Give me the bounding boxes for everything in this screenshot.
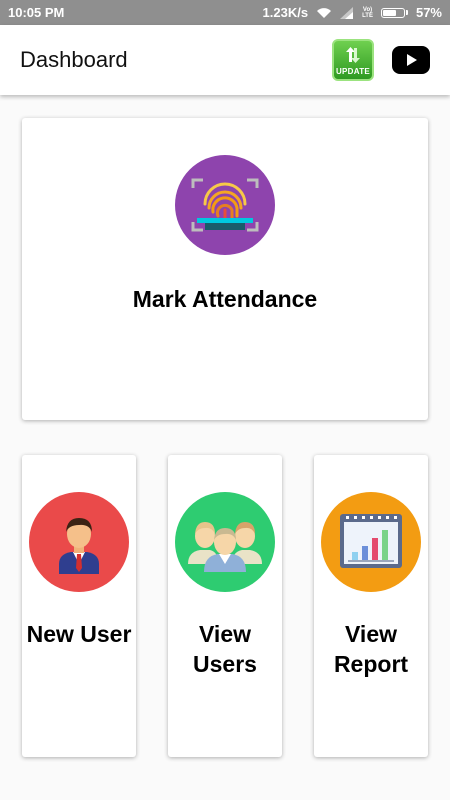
view-users-card[interactable]: View Users (168, 455, 282, 757)
signal-icon (340, 6, 354, 19)
view-report-card[interactable]: View Report (314, 455, 428, 757)
mark-attendance-icon-circle (175, 155, 275, 255)
fingerprint-scan-icon (191, 178, 259, 232)
user-avatar-icon (59, 518, 99, 574)
youtube-button[interactable] (392, 46, 430, 74)
bar-chart-report-icon (340, 514, 402, 568)
page-title: Dashboard (20, 47, 128, 72)
new-user-icon-circle (29, 492, 129, 592)
new-user-card[interactable]: New User (22, 455, 136, 757)
update-arrows-icon (346, 47, 360, 63)
view-report-label-line2: Report (333, 651, 409, 677)
view-users-label: View Users (168, 619, 282, 679)
status-indicators: 1.23K/s Vo) LTE 57% (263, 5, 442, 20)
battery-percent: 57% (415, 5, 442, 20)
view-users-icon-circle (175, 492, 275, 592)
youtube-play-icon (407, 54, 417, 66)
new-user-label-text: New User (26, 621, 132, 647)
app-bar-actions: UPDATE (332, 39, 430, 81)
mark-attendance-label: Mark Attendance (132, 286, 318, 312)
battery-icon (380, 7, 408, 18)
new-user-label: New User (22, 619, 136, 649)
battery-level-fill (382, 9, 396, 16)
view-report-label-line1: View (345, 621, 397, 647)
update-label: UPDATE (335, 67, 371, 76)
update-button[interactable]: UPDATE (332, 39, 374, 81)
lte-bottom: LTE (362, 12, 373, 19)
mark-attendance-card[interactable]: Mark Attendance (22, 118, 428, 420)
app-bar: Dashboard UPDATE (0, 25, 450, 95)
status-bar: 10:05 PM 1.23K/s Vo) LTE 57% (0, 0, 450, 25)
network-speed: 1.23K/s (262, 5, 309, 20)
view-report-label: View Report (314, 619, 428, 679)
lte-indicator: Vo) LTE (362, 7, 373, 19)
view-report-icon-circle (321, 492, 421, 592)
status-time: 10:05 PM (8, 5, 65, 20)
wifi-icon (317, 7, 332, 18)
view-users-label-line1: View (199, 621, 251, 647)
users-group-icon (188, 522, 262, 572)
view-users-label-line2: Users (193, 651, 257, 677)
